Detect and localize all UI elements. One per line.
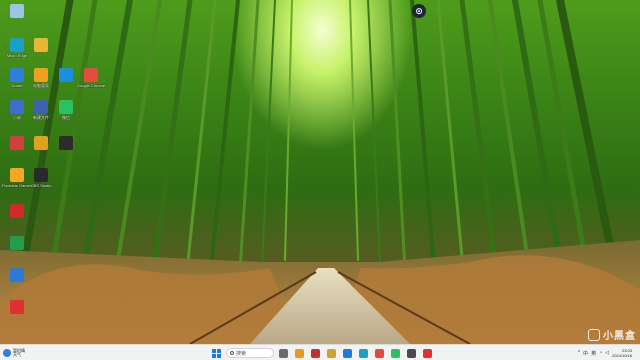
taskbar-app-9-icon (407, 348, 416, 358)
taskbar-app-4-icon (327, 348, 336, 358)
taskbar-clock[interactable]: 23:03 2024/10/16 (612, 348, 632, 358)
app-icon-1 (10, 68, 24, 82)
volume-icon[interactable]: ◁ (605, 350, 609, 356)
taskbar-app-7[interactable] (373, 347, 386, 360)
system-tray: ^ 中 英 ◔ ◁ 23:03 2024/10/16 (578, 347, 632, 359)
app-icon-6 (10, 136, 24, 150)
taskbar-pinned-apps (277, 347, 434, 360)
desktop-shortcut[interactable]: 新建文件 (30, 100, 52, 120)
weather-icon (3, 349, 11, 357)
taskbar-app-5[interactable] (341, 347, 354, 360)
taskbar-app-8-icon (391, 348, 400, 358)
app-icon-10 (10, 236, 24, 250)
watermark: 小黑盒 (588, 327, 636, 342)
steam-icon[interactable]: ⊙ (408, 4, 430, 19)
edge-icon (10, 38, 24, 52)
desktop-shortcut-label: OBS Studio (30, 183, 52, 188)
weather-line-2: 天气 (13, 352, 21, 357)
app-icon-11 (10, 268, 24, 282)
desktop-shortcut[interactable] (30, 38, 52, 53)
folder-icon (34, 38, 48, 52)
desktop-shortcut[interactable]: 电脑管家 (30, 68, 52, 88)
desktop-shortcut[interactable]: 小米 (6, 100, 28, 120)
app-icon-3 (59, 68, 73, 82)
taskbar-search-box[interactable]: 搜索 (226, 348, 274, 358)
desktop-shortcut[interactable]: Dorad (6, 68, 28, 88)
desktop-shortcut[interactable] (6, 4, 28, 19)
search-icon (230, 351, 234, 355)
desktop-shortcut[interactable]: 微信 (55, 100, 77, 120)
app-icon-9 (10, 204, 24, 218)
bamboo-forest-illustration (0, 0, 640, 344)
taskbar-app-3[interactable] (309, 347, 322, 360)
recycle-bin-icon (10, 4, 24, 18)
app-icon-12 (10, 300, 24, 314)
tray-chevron-icon[interactable]: ^ (578, 350, 580, 356)
desktop-shortcut[interactable]: Google Chrome (77, 68, 105, 88)
taskbar: 暂时晴 天气 搜索 ^ 中 英 ◔ ◁ 23:03 2024/10/16 (0, 344, 640, 360)
desktop-shortcut-label: 微信 (62, 115, 70, 120)
desktop-shortcut[interactable] (55, 136, 77, 151)
weather-widget[interactable]: 暂时晴 天气 (3, 347, 25, 359)
desktop-shortcut[interactable] (6, 300, 28, 315)
steam-logo-icon: ⊙ (412, 4, 426, 18)
taskbar-app-3-icon (311, 348, 320, 358)
desktop-shortcut[interactable] (6, 136, 28, 151)
app-icon-4 (10, 100, 24, 114)
wechat-icon (59, 100, 73, 114)
desktop-shortcut[interactable]: Micro Edge (6, 38, 28, 58)
taskbar-center: 搜索 (210, 346, 434, 360)
taskbar-app-6-icon (359, 348, 368, 358)
desktop-shortcut[interactable] (30, 136, 52, 151)
taskbar-app-2-icon (295, 348, 304, 358)
start-button[interactable] (210, 347, 223, 360)
taskbar-app-4[interactable] (325, 347, 338, 360)
network-icon[interactable]: ◔ (599, 350, 602, 356)
windows-logo-icon (212, 348, 221, 358)
obs-icon (34, 168, 48, 182)
app-icon-2 (34, 68, 48, 82)
taskbar-app-10-icon (423, 348, 432, 358)
watermark-logo-icon (588, 328, 600, 341)
rockstar-icon (10, 168, 24, 182)
desktop-shortcut-label: 电脑管家 (33, 83, 49, 88)
desktop-shortcut-label: Google Chrome (76, 83, 106, 88)
desktop-shortcut[interactable] (6, 236, 28, 251)
taskbar-app-5-icon (343, 348, 352, 358)
taskbar-app-6[interactable] (357, 347, 370, 360)
tray-ime-indicator[interactable]: 英 (591, 350, 596, 357)
taskbar-app-9[interactable] (405, 347, 418, 360)
watermark-text: 小黑盒 (603, 331, 636, 342)
taskbar-app-10[interactable] (421, 347, 434, 360)
chrome-icon (84, 68, 98, 82)
search-placeholder: 搜索 (236, 350, 247, 357)
desktop-shortcut[interactable]: Rockstar Games (2, 168, 32, 188)
desktop-shortcut[interactable] (6, 204, 28, 219)
taskbar-app-1-icon (279, 348, 288, 358)
desktop-shortcut[interactable] (55, 68, 77, 83)
desktop-wallpaper (0, 0, 640, 344)
clock-date: 2024/10/16 (611, 353, 632, 358)
app-icon-5 (34, 100, 48, 114)
desktop-shortcut[interactable] (6, 268, 28, 283)
taskbar-app-7-icon (375, 348, 384, 358)
taskbar-app-1[interactable] (277, 347, 290, 360)
app-icon-8 (59, 136, 73, 150)
desktop-shortcut-label: Micro Edge (6, 53, 28, 58)
app-icon-7 (34, 136, 48, 150)
taskbar-app-2[interactable] (293, 347, 306, 360)
desktop-shortcut[interactable]: OBS Studio (30, 168, 52, 188)
tray-lang-indicator[interactable]: 中 (583, 350, 588, 357)
taskbar-app-8[interactable] (389, 347, 402, 360)
